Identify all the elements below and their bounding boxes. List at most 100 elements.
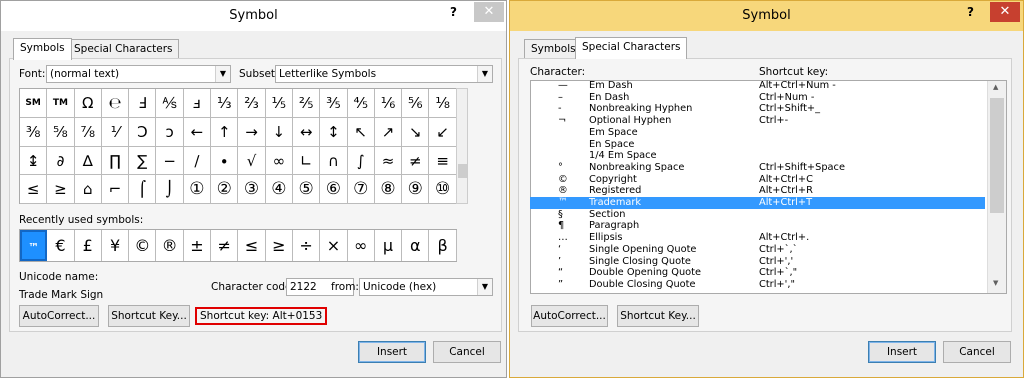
symbol-cell[interactable]: ∩ <box>320 146 348 176</box>
symbol-cell[interactable]: ⅙ <box>374 89 403 118</box>
grid-scrollbar[interactable] <box>456 88 468 204</box>
recent-symbol-cell[interactable]: ÷ <box>293 230 321 261</box>
scroll-thumb[interactable] <box>458 164 467 178</box>
symbol-cell[interactable]: ↙ <box>429 117 457 147</box>
recent-symbol-cell[interactable]: ± <box>184 230 212 261</box>
list-item[interactable]: Em Space <box>530 127 985 139</box>
symbol-cell[interactable]: ② <box>211 175 239 205</box>
symbol-cell[interactable]: ⅜ <box>20 117 48 147</box>
symbol-cell[interactable]: √ <box>238 146 266 176</box>
symbol-cell[interactable]: ≈ <box>374 146 403 176</box>
recent-symbol-cell[interactable]: ¥ <box>102 230 130 261</box>
help-icon[interactable]: ? <box>450 1 457 23</box>
list-item[interactable]: © Copyright Alt+Ctrl+C <box>530 174 985 186</box>
symbol-cell[interactable]: ⌂ <box>74 175 102 205</box>
symbol-cell[interactable]: ⅍ <box>156 89 184 118</box>
symbol-cell[interactable]: ∫ <box>347 146 375 176</box>
list-item[interactable]: “ Double Opening Quote Ctrl+`," <box>530 267 985 279</box>
symbol-cell[interactable]: ↕ <box>320 117 348 147</box>
symbol-cell[interactable]: → <box>238 117 266 147</box>
symbol-cell[interactable]: ⑧ <box>374 175 403 205</box>
recent-symbol-cell[interactable]: µ <box>375 230 403 261</box>
autocorrect-button[interactable]: AutoCorrect... <box>531 305 608 327</box>
from-select[interactable]: Unicode (hex) ▼ <box>359 278 493 296</box>
symbol-cell[interactable]: ∂ <box>47 146 75 176</box>
subset-select[interactable]: Letterlike Symbols ▼ <box>275 65 493 83</box>
symbol-cell[interactable]: ↄ <box>156 117 184 147</box>
symbol-cell[interactable]: ⑦ <box>347 175 375 205</box>
symbol-cell[interactable]: ↗ <box>374 117 403 147</box>
symbol-cell[interactable]: ↨ <box>20 146 48 176</box>
recent-symbol-cell[interactable]: β <box>429 230 457 261</box>
symbol-cell[interactable]: ⅘ <box>347 89 375 118</box>
symbol-cell[interactable]: ⅚ <box>402 89 430 118</box>
recent-symbol-cell[interactable]: ∞ <box>348 230 375 261</box>
tab-special-characters[interactable]: Special Characters <box>67 39 180 59</box>
symbol-cell[interactable]: ∞ <box>265 146 293 176</box>
symbol-cell[interactable]: ⅛ <box>429 89 457 118</box>
close-icon[interactable]: ✕ <box>990 2 1020 22</box>
list-item[interactable]: ’ Single Closing Quote Ctrl+',' <box>530 256 985 268</box>
list-item[interactable]: … Ellipsis Alt+Ctrl+. <box>530 232 985 244</box>
symbol-cell[interactable]: ⅞ <box>74 117 102 147</box>
recent-symbol-cell[interactable]: £ <box>75 230 102 261</box>
list-item[interactable]: ® Registered Alt+Ctrl+R <box>530 185 985 197</box>
recent-symbol-cell[interactable]: α <box>402 230 430 261</box>
symbol-cell[interactable]: ∑ <box>129 146 157 176</box>
recent-symbol-cell[interactable]: © <box>129 230 157 261</box>
symbol-cell[interactable]: ⌠ <box>129 175 157 205</box>
font-select[interactable]: (normal text) ▼ <box>46 65 231 83</box>
symbol-cell[interactable]: ⅝ <box>47 117 75 147</box>
help-icon[interactable]: ? <box>967 1 974 23</box>
symbol-cell[interactable]: ⑩ <box>429 175 457 205</box>
recent-symbol-cell[interactable]: ≠ <box>211 230 239 261</box>
symbol-cell[interactable]: Ↄ <box>129 117 157 147</box>
symbol-cell[interactable]: ↖ <box>347 117 375 147</box>
symbol-cell[interactable]: ∕ <box>183 146 212 176</box>
symbol-cell[interactable]: Ω <box>74 89 102 118</box>
symbol-cell[interactable]: ⅗ <box>320 89 348 118</box>
symbol-cell[interactable]: ↑ <box>211 117 239 147</box>
symbol-cell[interactable]: ≤ <box>20 175 48 205</box>
symbol-cell[interactable]: ↘ <box>402 117 430 147</box>
list-item[interactable]: § Section <box>530 209 985 221</box>
list-item[interactable]: ¬ Optional Hyphen Ctrl+- <box>530 115 985 127</box>
list-item[interactable]: – En Dash Ctrl+Num - <box>530 92 985 104</box>
symbol-cell[interactable]: ≥ <box>47 175 75 205</box>
symbol-cell[interactable]: ≡ <box>429 146 457 176</box>
symbol-cell[interactable]: ⑥ <box>320 175 348 205</box>
recent-symbol-cell[interactable]: ® <box>156 230 184 261</box>
list-item[interactable]: ° Nonbreaking Space Ctrl+Shift+Space <box>530 162 985 174</box>
shortcut-key-button[interactable]: Shortcut Key... <box>617 305 699 327</box>
list-item[interactable]: ‘ Single Opening Quote Ctrl+`,` <box>530 244 985 256</box>
list-item[interactable]: ¶ Paragraph <box>530 220 985 232</box>
symbol-cell[interactable]: ← <box>183 117 212 147</box>
list-item[interactable]: ™ Trademark Alt+Ctrl+T <box>530 197 985 209</box>
insert-button[interactable]: Insert <box>358 341 426 363</box>
symbol-cell[interactable]: ⅔ <box>238 89 266 118</box>
cancel-button[interactable]: Cancel <box>943 341 1011 363</box>
recent-symbol-cell[interactable]: ≥ <box>266 230 293 261</box>
list-item[interactable]: — Em Dash Alt+Ctrl+Num - <box>530 80 985 92</box>
symbol-cell[interactable]: ↔ <box>292 117 321 147</box>
autocorrect-button[interactable]: AutoCorrect... <box>19 305 99 327</box>
symbol-cell[interactable]: ⅎ <box>183 89 212 118</box>
recent-symbol-cell[interactable]: ™ <box>20 230 48 261</box>
recent-symbol-cell[interactable]: ≤ <box>238 230 266 261</box>
symbol-cell[interactable]: ≠ <box>402 146 430 176</box>
list-item[interactable]: 1/4 Em Space <box>530 150 985 162</box>
symbol-cell[interactable]: ⌡ <box>156 175 184 205</box>
recent-symbol-cell[interactable]: × <box>320 230 348 261</box>
symbol-cell[interactable]: ③ <box>238 175 266 205</box>
symbol-cell[interactable]: ⑤ <box>292 175 321 205</box>
symbol-cell[interactable]: ⅖ <box>292 89 321 118</box>
symbol-cell[interactable]: TM <box>47 89 75 118</box>
symbol-cell[interactable]: SM <box>20 89 48 118</box>
list-item[interactable]: - Nonbreaking Hyphen Ctrl+Shift+_ <box>530 103 985 115</box>
symbol-cell[interactable]: ∏ <box>101 146 130 176</box>
symbol-cell[interactable]: ↓ <box>265 117 293 147</box>
tab-special-characters[interactable]: Special Characters <box>575 37 688 59</box>
symbol-cell[interactable]: ⅕ <box>265 89 293 118</box>
list-item[interactable]: En Space <box>530 139 985 151</box>
symbol-cell[interactable]: ⑨ <box>402 175 430 205</box>
